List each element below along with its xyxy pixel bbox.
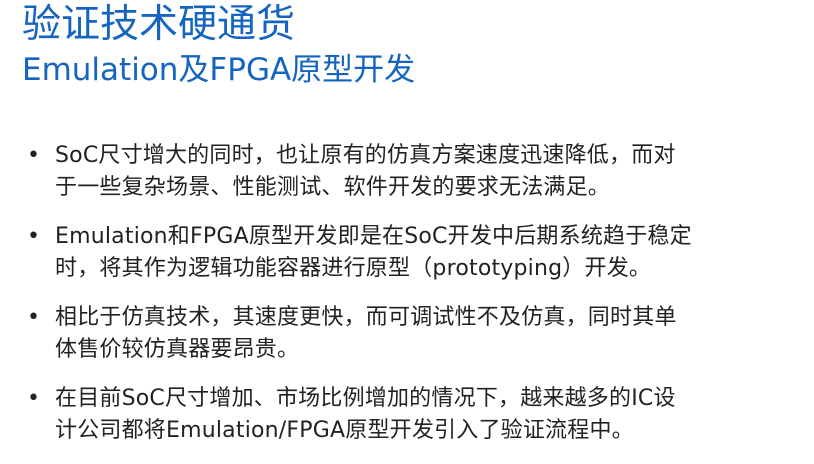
bullet-item: • Emulation和FPGA原型开发即是在SoC开发中后期系统趋于稳定 时，… xyxy=(0,221,814,285)
slide-title: 验证技术硬通货 xyxy=(22,2,296,47)
bullet-item: • 相比于仿真技术，其速度更快，而可调试性不及仿真，同时其单 体售价较仿真器要昂… xyxy=(0,302,814,366)
bullet-item: • 在目前SoC尺寸增加、市场比例增加的情况下，越来越多的IC设 计公司都将Em… xyxy=(0,383,814,447)
bullet-text-line: Emulation和FPGA原型开发即是在SoC开发中后期系统趋于稳定 xyxy=(55,224,692,249)
bullet-text-line: 体售价较仿真器要昂贵。 xyxy=(55,337,300,362)
bullet-text-line: 于一些复杂场景、性能测试、软件开发的要求无法满足。 xyxy=(55,175,611,200)
bullet-marker: • xyxy=(27,305,40,330)
bullet-list: • SoC尺寸增大的同时，也让原有的仿真方案速度迅速降低，而对 于一些复杂场景、… xyxy=(0,140,814,464)
bullet-text-line: 计公司都将Emulation/FPGA原型开发引入了验证流程中。 xyxy=(55,418,634,443)
bullet-marker: • xyxy=(27,386,40,411)
bullet-text-line: 相比于仿真技术，其速度更快，而可调试性不及仿真，同时其单 xyxy=(55,305,677,330)
bullet-marker: • xyxy=(27,143,40,168)
bullet-marker: • xyxy=(27,224,40,249)
bullet-text-line: SoC尺寸增大的同时，也让原有的仿真方案速度迅速降低，而对 xyxy=(55,143,676,168)
bullet-text-line: 在目前SoC尺寸增加、市场比例增加的情况下，越来越多的IC设 xyxy=(55,386,676,411)
slide-subtitle: Emulation及FPGA原型开发 xyxy=(22,52,416,88)
bullet-text-line: 时，将其作为逻辑功能容器进行原型（prototyping）开发。 xyxy=(55,256,652,281)
bullet-item: • SoC尺寸增大的同时，也让原有的仿真方案速度迅速降低，而对 于一些复杂场景、… xyxy=(0,140,814,204)
